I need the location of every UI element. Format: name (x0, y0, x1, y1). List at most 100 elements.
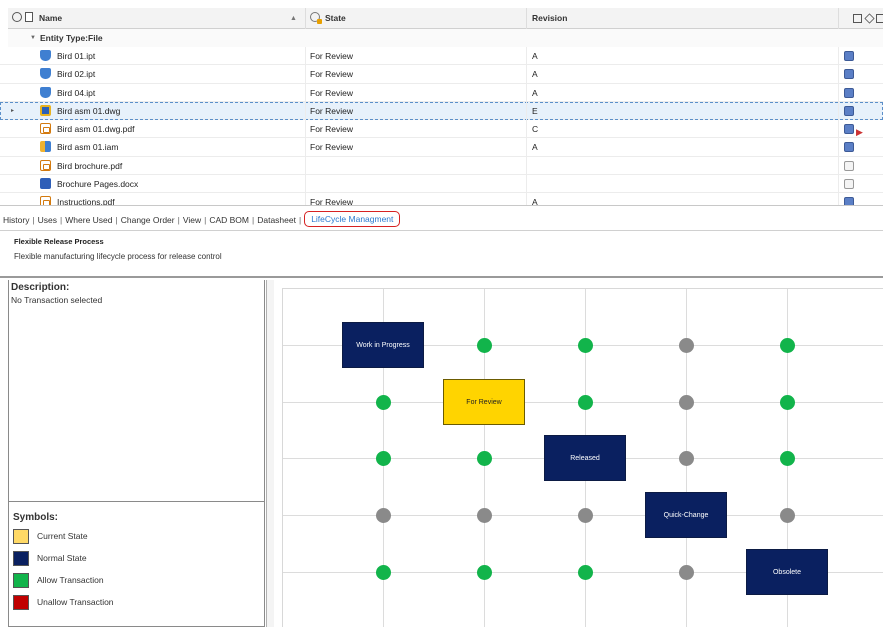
cell-name[interactable]: Bird 02.ipt (40, 65, 305, 83)
tag-warning-icon[interactable]: ▶ (856, 123, 863, 138)
tab-where-used[interactable]: Where Used (65, 211, 112, 229)
cell-indicators (838, 175, 883, 194)
state-node-for-review[interactable]: For Review (443, 379, 525, 425)
legend-swatch (13, 551, 29, 566)
status-indicator-icon (844, 105, 854, 116)
cell-state: For Review (305, 193, 526, 205)
state-node-work-in-progress[interactable]: Work in Progress (342, 322, 424, 368)
allowed-transition-dot[interactable] (476, 450, 492, 466)
allowed-transition-dot[interactable] (375, 450, 391, 466)
disallowed-transition-dot[interactable] (678, 337, 694, 353)
disallowed-transition-dot[interactable] (678, 394, 694, 410)
sort-ascending-icon[interactable]: ▲ (290, 8, 297, 29)
tab-change-order[interactable]: Change Order (121, 211, 175, 229)
symbols-title: Symbols: (13, 512, 59, 523)
allowed-transition-dot[interactable] (779, 394, 795, 410)
disallowed-transition-dot[interactable] (375, 507, 391, 523)
allowed-transition-dot[interactable] (476, 564, 492, 580)
group-row[interactable]: ▼ Entity Type:File (8, 29, 883, 47)
allowed-transition-dot[interactable] (375, 564, 391, 580)
file-name: Bird brochure.pdf (57, 160, 123, 171)
symbols-list: Current State Normal State Allow Transacti… (13, 529, 264, 617)
column-header-state[interactable]: State (305, 8, 526, 29)
cell-revision: A (526, 138, 838, 157)
status-indicator-icon (844, 197, 854, 205)
table-row[interactable]: ▸ Bird asm 01.dwg For Review E (0, 101, 883, 121)
tab-history[interactable]: History (3, 211, 29, 229)
checkbox-icon[interactable] (853, 14, 862, 23)
details-tab-bar: History | Uses | Where Used | Change Order | Vie… (0, 211, 883, 229)
pdf-icon (40, 196, 51, 205)
cell-indicators (838, 83, 883, 102)
cell-name[interactable]: Bird 01.ipt (40, 47, 305, 65)
table-row[interactable]: Brochure Pages.docx (0, 175, 883, 194)
allowed-transition-dot[interactable] (577, 564, 593, 580)
tab-cad-bom[interactable]: CAD BOM (209, 211, 249, 229)
allowed-transition-dot[interactable] (577, 337, 593, 353)
process-title: Flexible Release Process (14, 237, 104, 246)
tag-icon[interactable] (864, 13, 875, 24)
tab-separator: | (252, 215, 255, 225)
cell-name[interactable]: Bird 04.ipt (40, 84, 305, 102)
status-indicator-icon (844, 87, 854, 98)
cell-indicators (838, 193, 883, 205)
tab-datasheet[interactable]: Datasheet (257, 211, 296, 229)
state-node-quick-change[interactable]: Quick-Change (645, 492, 727, 538)
status-indicator-icon (844, 160, 854, 171)
disallowed-transition-dot[interactable] (678, 450, 694, 466)
collapse-icon[interactable]: ▼ (30, 29, 36, 47)
table-row[interactable]: Bird 04.ipt For Review A (0, 83, 883, 102)
select-all-icon[interactable] (12, 12, 22, 22)
cell-name[interactable]: Bird brochure.pdf (40, 157, 305, 175)
cell-state (305, 175, 526, 194)
cell-state: For Review (305, 138, 526, 157)
allowed-transition-dot[interactable] (779, 337, 795, 353)
state-node-obsolete[interactable]: Obsolete (746, 549, 828, 595)
column-header-name[interactable]: Name ▲ (8, 8, 305, 29)
table-row[interactable]: Bird brochure.pdf (0, 156, 883, 176)
allowed-transition-dot[interactable] (779, 450, 795, 466)
disallowed-transition-dot[interactable] (577, 507, 593, 523)
table-row[interactable]: Bird asm 01.iam For Review A (0, 138, 883, 157)
table-row[interactable]: Instructions.pdf For Review A (0, 193, 883, 206)
grid-header: Name ▲ State Revision (8, 8, 883, 29)
ipt-part-icon (40, 68, 51, 80)
cell-name[interactable]: Bird asm 01.dwg (40, 102, 305, 120)
cell-revision: A (526, 193, 838, 205)
cell-name[interactable]: Bird asm 01.dwg.pdf (40, 120, 305, 138)
ipt-part-icon (40, 50, 51, 61)
legend-item: Unallow Transaction (13, 595, 264, 617)
allowed-transition-dot[interactable] (375, 394, 391, 410)
cell-state: For Review (305, 83, 526, 102)
disallowed-transition-dot[interactable] (476, 507, 492, 523)
allowed-transition-dot[interactable] (577, 394, 593, 410)
file-name: Instructions.pdf (57, 197, 115, 206)
legend-swatch (13, 595, 29, 610)
table-row[interactable]: Bird 02.ipt For Review A (0, 65, 883, 84)
row-pointer-icon: ▸ (11, 107, 15, 114)
grid-settings-icon[interactable] (876, 14, 883, 23)
tab-separator: | (32, 215, 35, 225)
legend-item: Allow Transaction (13, 573, 264, 595)
tab-view[interactable]: View (183, 211, 201, 229)
table-row[interactable]: Bird 01.ipt For Review A (0, 47, 883, 66)
cell-name[interactable]: Instructions.pdf (40, 193, 305, 206)
cell-name[interactable]: Bird asm 01.iam (40, 138, 305, 156)
panel-splitter[interactable] (266, 280, 274, 627)
disallowed-transition-dot[interactable] (779, 507, 795, 523)
pdf-icon (40, 123, 51, 135)
cell-name[interactable]: Brochure Pages.docx (40, 175, 305, 193)
tab-uses[interactable]: Uses (38, 211, 57, 229)
disallowed-transition-dot[interactable] (678, 564, 694, 580)
tab-lifecycle-managment[interactable]: LifeCycle Managment (304, 211, 401, 227)
lifecycle-diagram: Work in Progress For Review Released Quick-… (274, 280, 883, 627)
state-node-released[interactable]: Released (544, 435, 626, 481)
cell-state (305, 156, 526, 175)
allowed-transition-dot[interactable] (476, 337, 492, 353)
table-row[interactable]: Bird asm 01.dwg.pdf For Review C ▶ (0, 120, 883, 139)
column-header-revision[interactable]: Revision (526, 8, 838, 29)
column-revision-label: Revision (532, 13, 568, 23)
cell-state: For Review (305, 120, 526, 139)
status-indicator-icon (844, 142, 854, 153)
dwg-drawing-icon (40, 104, 51, 116)
